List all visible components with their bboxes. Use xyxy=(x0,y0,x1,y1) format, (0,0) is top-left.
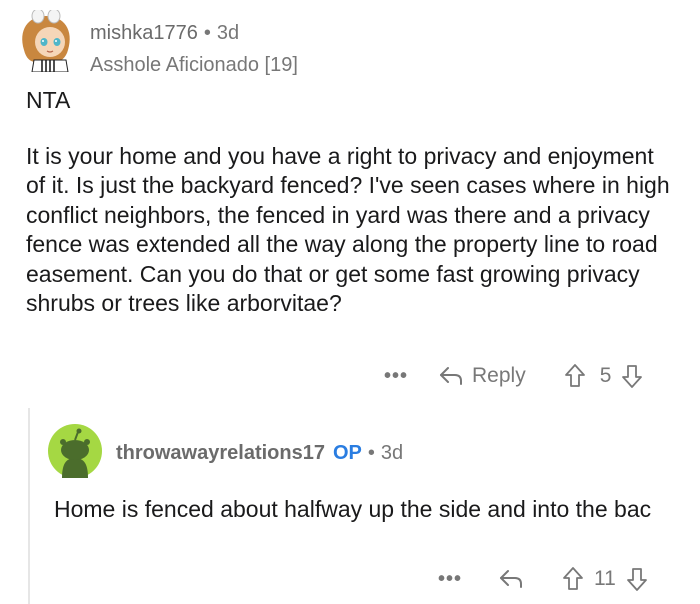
vote-score: 5 xyxy=(599,364,612,387)
username[interactable]: mishka1776 xyxy=(90,22,198,44)
meta-separator: • xyxy=(203,22,211,44)
comment-paragraph: NTA xyxy=(26,87,71,113)
upvote-icon[interactable] xyxy=(564,363,586,389)
comment-meta: mishka1776 • 3d xyxy=(90,22,239,45)
avatar[interactable] xyxy=(48,424,102,478)
reply-button[interactable]: Reply xyxy=(438,364,526,388)
timestamp[interactable]: 3d xyxy=(381,442,403,464)
user-flair: Asshole Aficionado [19] xyxy=(90,54,298,76)
vote-controls: 11 xyxy=(562,566,648,592)
more-options-button[interactable]: ••• xyxy=(438,568,462,591)
downvote-icon[interactable] xyxy=(626,566,648,592)
comment-body: NTA It is your home and you have a right… xyxy=(26,86,678,345)
username[interactable]: throwawayrelations17 xyxy=(116,442,325,464)
comment-paragraph: It is your home and you have a right to … xyxy=(26,142,670,317)
snoo-avatar-icon xyxy=(48,424,102,478)
reply-arrow-icon xyxy=(500,570,523,588)
reply-arrow-icon xyxy=(440,367,463,385)
comment-actions: ••• Reply 5 xyxy=(384,360,643,392)
comment-header: throwawayrelations17 OP • 3d xyxy=(48,424,668,480)
avatar[interactable] xyxy=(16,8,76,73)
op-badge: OP xyxy=(332,442,362,464)
reply-button[interactable] xyxy=(498,568,532,590)
downvote-icon[interactable] xyxy=(621,363,643,389)
reply-label: Reply xyxy=(472,364,526,387)
vote-controls: 5 xyxy=(564,363,644,389)
thread-line[interactable] xyxy=(28,408,30,604)
vote-score: 11 xyxy=(594,567,616,590)
more-options-button[interactable]: ••• xyxy=(384,365,408,388)
comment-actions: ••• 11 xyxy=(438,563,648,595)
upvote-icon[interactable] xyxy=(562,566,584,592)
user-avatar-icon xyxy=(22,8,70,73)
comment-meta: throwawayrelations17 OP • 3d xyxy=(116,442,403,465)
timestamp[interactable]: 3d xyxy=(217,22,239,44)
meta-separator: • xyxy=(367,442,375,464)
comment-body: Home is fenced about halfway up the side… xyxy=(54,496,652,522)
comment-header: mishka1776 • 3d Asshole Aficionado [19] xyxy=(16,8,676,76)
